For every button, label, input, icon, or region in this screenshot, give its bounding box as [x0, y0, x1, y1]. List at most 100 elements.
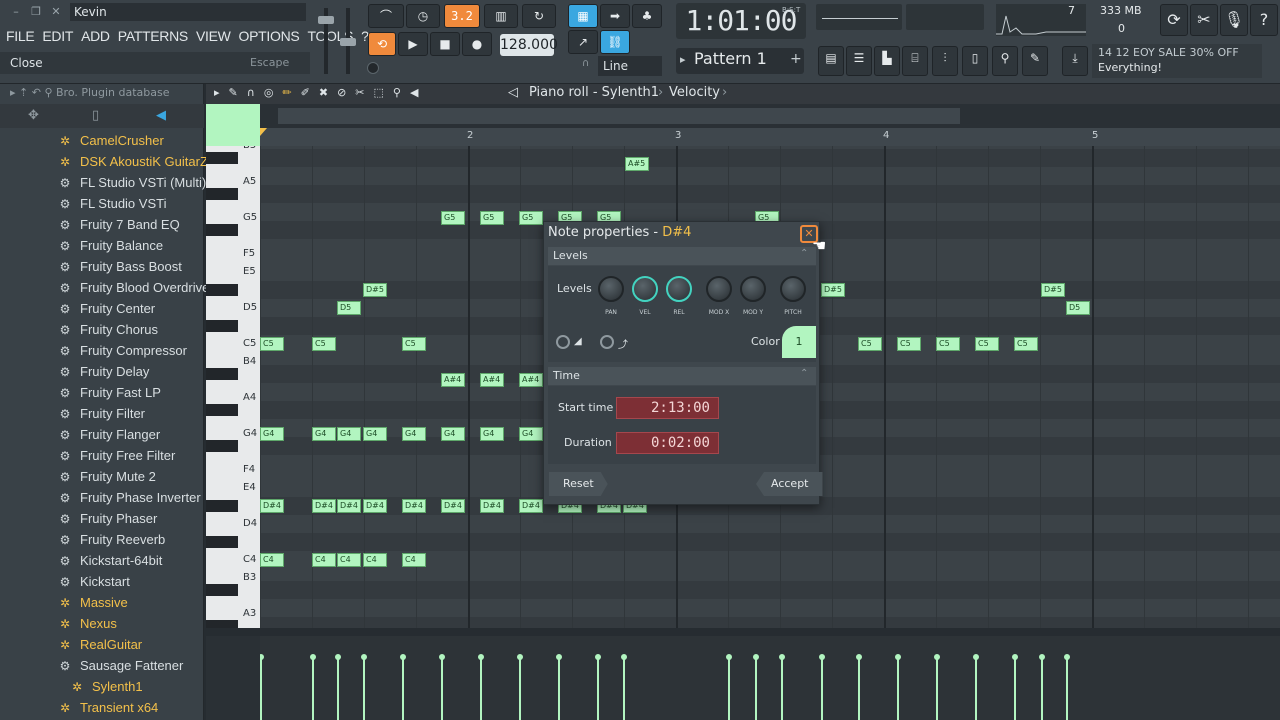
piano-roll-icon[interactable]: ▙	[874, 46, 900, 76]
velocity-bar[interactable]	[1066, 658, 1068, 720]
note[interactable]: C5	[312, 337, 336, 351]
refresh-icon[interactable]: ⟳	[1160, 4, 1188, 36]
velocity-handle[interactable]	[595, 654, 601, 660]
menu-options[interactable]: OPTIONS	[239, 26, 300, 46]
pan-knob[interactable]	[598, 276, 624, 302]
note[interactable]: G5	[480, 211, 504, 225]
velocity-lane[interactable]	[258, 636, 1280, 720]
minimize-icon[interactable]: –	[8, 4, 24, 20]
velocity-bar[interactable]	[312, 658, 314, 720]
browser-item[interactable]: ⚙ Fruity Mute 2	[58, 466, 156, 487]
velocity-bar[interactable]	[402, 658, 404, 720]
master-volume-handle[interactable]	[318, 16, 334, 24]
note[interactable]: G4	[441, 427, 465, 441]
note[interactable]: A#4	[441, 373, 465, 387]
note[interactable]: G4	[480, 427, 504, 441]
black-key[interactable]	[206, 620, 238, 628]
piano-keyboard[interactable]: B5 A5 G5 F5 E5 D5 C5 B4 A4 G4 F4 E4 D4 C4 B3 A3	[206, 146, 260, 628]
pitch-knob[interactable]	[780, 276, 806, 302]
velocity-handle[interactable]	[856, 654, 862, 660]
note[interactable]: D#4	[402, 499, 426, 513]
note[interactable]: D#4	[441, 499, 465, 513]
browser-item[interactable]: ⚙ Fruity Center	[58, 298, 156, 319]
plugin-picker-icon[interactable]: ⚲	[992, 46, 1018, 76]
browser-item[interactable]: ⚙ Fruity Delay	[58, 361, 150, 382]
velocity-handle[interactable]	[478, 654, 484, 660]
project-icon[interactable]: ▯	[962, 46, 988, 76]
accept-button[interactable]: Accept	[756, 472, 823, 496]
countdown-button[interactable]: 3.2	[444, 4, 480, 28]
pattern-song-toggle-icon[interactable]: ⟲	[368, 32, 396, 56]
step-edit-icon[interactable]: ▥	[484, 4, 518, 28]
note[interactable]: G4	[519, 427, 543, 441]
browser-item[interactable]: ⚙ FL Studio VSTi (Multi)	[58, 172, 207, 193]
note[interactable]: C5	[1014, 337, 1038, 351]
browser-item[interactable]: ⚙ Fruity Chorus	[58, 319, 158, 340]
velocity-target[interactable]: Velocity	[669, 85, 720, 100]
pattern-prev-icon[interactable]: ▸	[680, 53, 686, 66]
paint-tool-icon[interactable]: ✐	[301, 86, 310, 99]
note[interactable]: D#4	[337, 499, 361, 513]
velocity-handle[interactable]	[934, 654, 940, 660]
velocity-handle[interactable]	[779, 654, 785, 660]
velocity-handle[interactable]	[310, 654, 316, 660]
browser-item[interactable]: ✲ RealGuitar	[58, 634, 142, 655]
velocity-bar[interactable]	[897, 658, 899, 720]
velocity-bar[interactable]	[260, 658, 262, 720]
note[interactable]: C5	[260, 337, 284, 351]
browser-collapse-icon[interactable]: ✥	[28, 108, 39, 123]
menu-file[interactable]: FILE	[6, 26, 35, 46]
start-time-field[interactable]: 2:13:00	[616, 397, 719, 419]
velocity-bar[interactable]	[363, 658, 365, 720]
velocity-handle[interactable]	[1064, 654, 1070, 660]
menu-view[interactable]: VIEW	[196, 26, 231, 46]
velocity-handle[interactable]	[1039, 654, 1045, 660]
browser-item[interactable]: ⚙ Fruity Blood Overdrive	[58, 277, 210, 298]
velocity-bar[interactable]	[936, 658, 938, 720]
mod-y-knob[interactable]	[740, 276, 766, 302]
note[interactable]: D#4	[363, 499, 387, 513]
browser-item[interactable]: ⚙ Fruity Compressor	[58, 340, 187, 361]
velocity-handle[interactable]	[556, 654, 562, 660]
velocity-handle[interactable]	[621, 654, 627, 660]
menu-add[interactable]: ADD	[81, 26, 110, 46]
note[interactable]: G4	[337, 427, 361, 441]
velocity-bar[interactable]	[755, 658, 757, 720]
collapse-time-icon[interactable]: ⌃	[800, 368, 808, 379]
velocity-bar[interactable]	[623, 658, 625, 720]
loop-record-icon[interactable]: ↻	[522, 4, 556, 28]
velocity-handle[interactable]	[819, 654, 825, 660]
draw-tool-icon[interactable]: ✏	[282, 86, 291, 99]
browser-item[interactable]: ✲ Massive	[58, 592, 128, 613]
velocity-handle[interactable]	[895, 654, 901, 660]
note[interactable]: C5	[402, 337, 426, 351]
note[interactable]: D#4	[312, 499, 336, 513]
note[interactable]: D#4	[519, 499, 543, 513]
note[interactable]: C5	[858, 337, 882, 351]
note[interactable]: G5	[519, 211, 543, 225]
wait-record-icon[interactable]: ◷	[406, 4, 440, 28]
tempo-display[interactable]: 128.000	[500, 34, 558, 56]
browser-item[interactable]: ✲ CamelCrusher	[58, 130, 164, 151]
mod-x-knob[interactable]	[706, 276, 732, 302]
note[interactable]: D#5	[821, 283, 845, 297]
delete-tool-icon[interactable]: ✖	[319, 86, 328, 99]
piano-roll-menu-icon[interactable]: ▸	[214, 86, 220, 99]
playback-tool-icon[interactable]: ◀	[410, 86, 418, 99]
zoom-tool-icon[interactable]: ⚲	[393, 86, 401, 99]
help-icon[interactable]: ?	[1250, 4, 1278, 36]
mixer-icon[interactable]: ⫶	[932, 46, 958, 76]
channel-rack-icon[interactable]: ☰	[846, 46, 872, 76]
browser-item[interactable]: ⚙ Sausage Fattener	[58, 655, 184, 676]
note[interactable]: C5	[897, 337, 921, 351]
download-icon[interactable]: ⤓	[1062, 46, 1088, 76]
browser-item[interactable]: ⚙ Kickstart-64bit	[58, 550, 163, 571]
browser-item[interactable]: ⚙ Fruity Bass Boost	[58, 256, 182, 277]
velocity-handle[interactable]	[517, 654, 523, 660]
velocity-bar[interactable]	[337, 658, 339, 720]
note[interactable]: G5	[441, 211, 465, 225]
play-button[interactable]: ▶	[398, 32, 428, 56]
typing-keyboard-icon[interactable]: ▦	[568, 4, 598, 28]
stamp-icon[interactable]: ◎	[264, 86, 274, 99]
browser-item[interactable]: ⚙ Fruity Filter	[58, 403, 145, 424]
